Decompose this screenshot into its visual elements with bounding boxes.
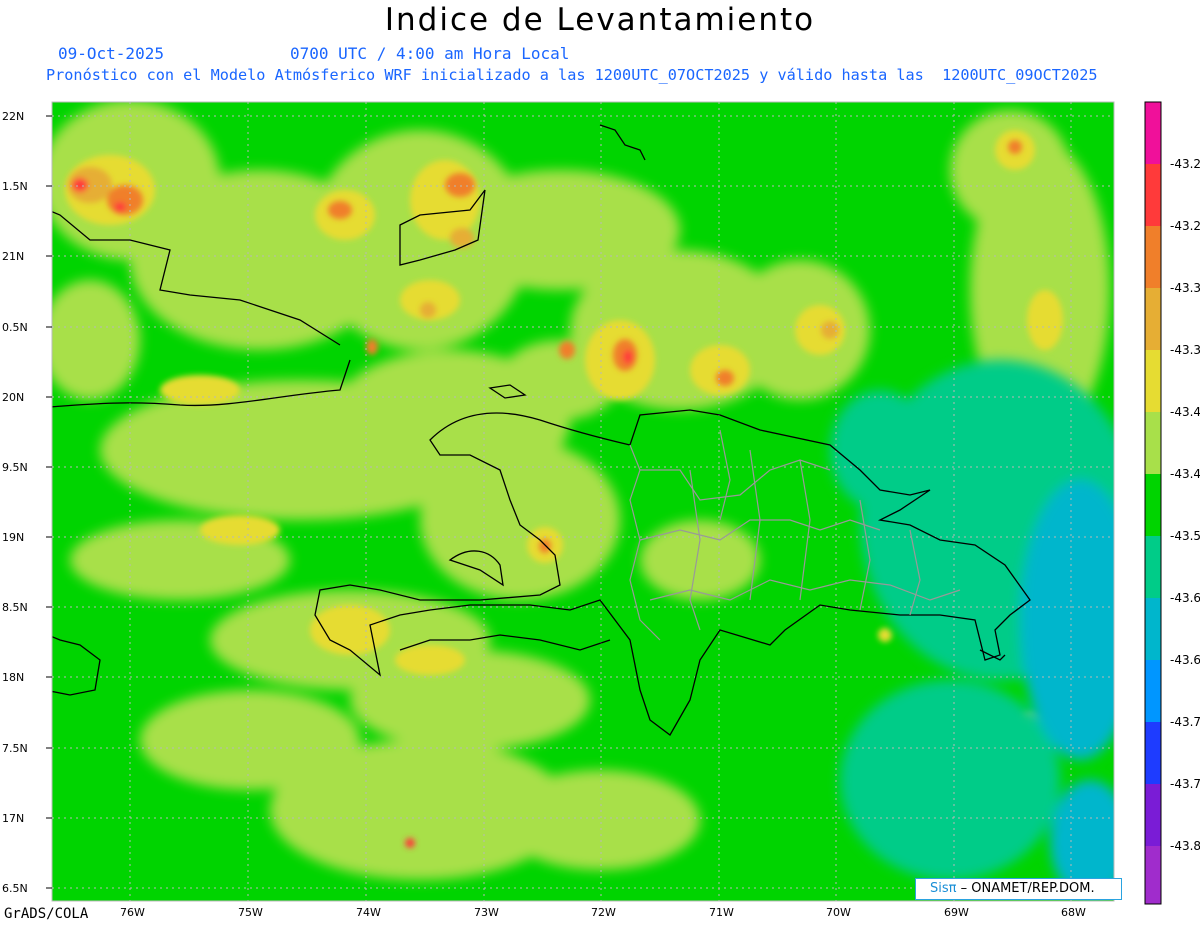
colorbar-swatch (1145, 598, 1161, 660)
colorbar-swatch (1145, 164, 1161, 226)
lat-label: 0.5N (2, 321, 28, 334)
colorbar-label: -43.3 (1170, 281, 1200, 295)
lat-axis: 22N 1.5N 21N 0.5N 20N 9.5N 19N 8.5N 18N … (2, 110, 52, 895)
colorbar-swatch (1145, 474, 1161, 536)
colorbar-label: -43.4 (1170, 467, 1200, 481)
lat-label: 6.5N (2, 882, 28, 895)
lon-label: 68W (1061, 906, 1086, 919)
colorbar-label: -43.7 (1170, 777, 1200, 791)
lat-label: 19N (2, 531, 24, 544)
colorbar-label: -43.6 (1170, 591, 1200, 605)
colorbar-swatch (1145, 412, 1161, 474)
colorbar-swatch (1145, 226, 1161, 288)
credit-text: – ONAMET/REP.DOM. (960, 881, 1095, 896)
colorbar-label: -43.2 (1170, 219, 1200, 233)
sispi-logo: Sisπ (930, 881, 957, 896)
colorbar: -43.2 -43.2 -43.3 -43.3 -43.4 -43.4 -43.… (1144, 101, 1200, 905)
colorbar-label: -43.5 (1170, 529, 1200, 543)
lon-label: 69W (944, 906, 969, 919)
lon-label: 72W (591, 906, 616, 919)
lifted-index-field (52, 102, 1114, 901)
colorbar-label: -43.3 (1170, 343, 1200, 357)
lon-axis: 76W 75W 74W 73W 72W 71W 70W 69W 68W (120, 906, 1086, 919)
valid-time: 0700 UTC / 4:00 am Hora Local (290, 44, 570, 63)
lon-label: 73W (474, 906, 499, 919)
lat-label: 21N (2, 250, 24, 263)
map-title: Indice de Levantamiento (384, 2, 816, 38)
lat-label: 7.5N (2, 742, 28, 755)
colorbar-swatch (1145, 660, 1161, 722)
lat-label: 18N (2, 671, 24, 684)
colorbar-swatch (1145, 536, 1161, 598)
grads-credit: GrADS/COLA (4, 906, 89, 922)
colorbar-swatch (1145, 784, 1161, 846)
lat-label: 20N (2, 391, 24, 404)
colorbar-swatch (1145, 846, 1161, 904)
colorbar-swatch (1145, 102, 1161, 164)
credit-box: Sisπ – ONAMET/REP.DOM. (915, 878, 1122, 900)
colorbar-swatch (1145, 722, 1161, 784)
colorbar-swatch (1145, 350, 1161, 412)
lat-label: 17N (2, 812, 24, 825)
lat-label: 9.5N (2, 461, 28, 474)
lat-label: 1.5N (2, 180, 28, 193)
lon-label: 71W (709, 906, 734, 919)
valid-date: 09-Oct-2025 (58, 44, 164, 63)
colorbar-label: -43.7 (1170, 715, 1200, 729)
colorbar-label: -43.4 (1170, 405, 1200, 419)
lon-label: 75W (238, 906, 263, 919)
lon-label: 74W (356, 906, 381, 919)
lon-label: 70W (826, 906, 851, 919)
map-canvas: 22N 1.5N 21N 0.5N 20N 9.5N 19N 8.5N 18N … (2, 101, 1200, 919)
colorbar-label: -43.8 (1170, 839, 1200, 853)
colorbar-label: -43.2 (1170, 157, 1200, 171)
forecast-description: Pronóstico con el Modelo Atmósferico WRF… (46, 66, 1098, 84)
lat-label: 8.5N (2, 601, 28, 614)
lat-label: 22N (2, 110, 24, 123)
colorbar-swatch (1145, 288, 1161, 350)
lon-label: 76W (120, 906, 145, 919)
colorbar-label: -43.6 (1170, 653, 1200, 667)
